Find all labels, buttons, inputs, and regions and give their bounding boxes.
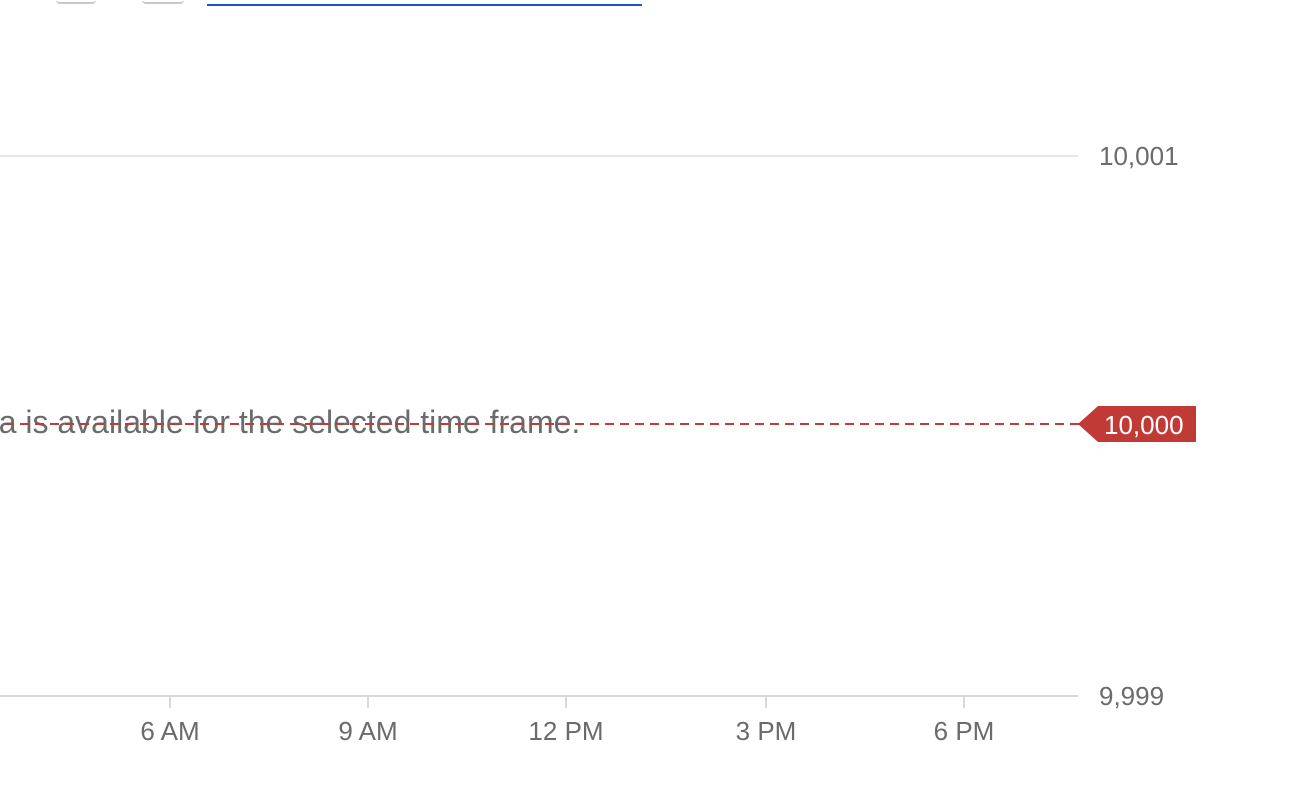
y-axis: 10,001 9,999: [1099, 141, 1179, 711]
y-tick-label: 9,999: [1099, 681, 1164, 711]
x-tick-label: 3 PM: [736, 716, 797, 746]
x-tick-label: 6 PM: [934, 716, 995, 746]
y-tick-label: 10,001: [1099, 141, 1179, 171]
x-tick-label: 9 AM: [338, 716, 397, 746]
x-axis: [0, 695, 1078, 708]
price-chart: 10,0019,999 16 AM9 AM12 PM3 PM6 PM: [0, 141, 1179, 746]
x-tick-label: 6 AM: [140, 716, 199, 746]
no-data-message: ata is available for the selected time f…: [0, 404, 581, 440]
x-tick-label: 12 PM: [528, 716, 603, 746]
x-axis-labels: 16 AM9 AM12 PM3 PM6 PM: [140, 716, 995, 746]
chart-page: 10,0019,999 16 AM9 AM12 PM3 PM6 PM ata i…: [0, 0, 1314, 786]
